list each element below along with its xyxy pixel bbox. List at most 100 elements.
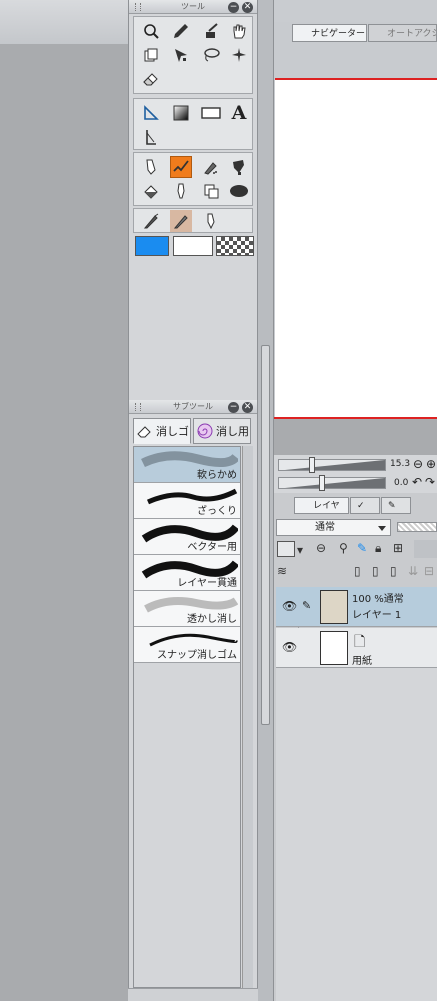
eye-icon[interactable]: 👁︎ bbox=[282, 640, 297, 654]
pen-icon[interactable] bbox=[170, 20, 192, 42]
eraser-icon[interactable] bbox=[140, 68, 162, 90]
tab-label: オートアクシ bbox=[387, 29, 437, 39]
layer-stack-icon[interactable]: ≋ bbox=[277, 564, 287, 578]
tool-group-drawing bbox=[133, 152, 253, 206]
new-raster-layer-icon[interactable]: ▯ bbox=[354, 564, 361, 578]
color-icon[interactable] bbox=[277, 541, 295, 557]
tool-group-figure: A bbox=[133, 98, 253, 150]
rotate-slider[interactable] bbox=[278, 475, 386, 491]
balloon-icon[interactable] bbox=[228, 180, 250, 202]
blend-icon[interactable] bbox=[170, 180, 192, 202]
list-item[interactable]: 軟らかめ bbox=[134, 447, 240, 483]
lasso-icon[interactable] bbox=[200, 44, 222, 66]
subtool-scrollbar[interactable] bbox=[242, 446, 253, 988]
eraser-tool-icon[interactable] bbox=[170, 210, 192, 232]
move-layer-icon[interactable] bbox=[140, 44, 162, 66]
layer-thumbnail bbox=[320, 631, 348, 665]
chevron-down-icon bbox=[378, 526, 386, 531]
chevron-down-icon[interactable]: ▾ bbox=[297, 543, 303, 557]
rotate-left-icon[interactable]: ↶ bbox=[412, 475, 422, 489]
frame-ruler-icon[interactable] bbox=[140, 126, 162, 148]
blend-mode-value: 通常 bbox=[315, 522, 335, 533]
pencil-icon[interactable] bbox=[140, 156, 162, 178]
grip-icon[interactable] bbox=[135, 403, 141, 411]
delete-layer-icon[interactable]: ⊟ bbox=[424, 564, 434, 578]
rotate-right-icon[interactable]: ↷ bbox=[425, 475, 435, 489]
sub-color-swatch[interactable] bbox=[173, 236, 213, 256]
table-row[interactable]: 👁︎ ✎ 100 %通常 レイヤー 1 bbox=[276, 587, 437, 627]
subtool-tab-label: 消しゴ bbox=[156, 425, 189, 438]
hand-icon[interactable] bbox=[228, 20, 250, 42]
list-item[interactable]: レイヤー貫通 bbox=[134, 555, 240, 591]
check-icon: ✓ bbox=[357, 501, 365, 511]
layer-list-empty bbox=[276, 668, 437, 1001]
grip-icon[interactable] bbox=[135, 3, 141, 11]
tab-layer[interactable]: レイヤー bbox=[294, 497, 349, 528]
text-icon[interactable]: A bbox=[228, 102, 250, 124]
fill-bucket-icon[interactable] bbox=[140, 180, 162, 202]
close-icon[interactable]: ✕ bbox=[242, 2, 253, 13]
decoration-icon[interactable] bbox=[140, 210, 162, 232]
fill-pen-icon[interactable] bbox=[228, 156, 250, 178]
gradient-icon[interactable] bbox=[170, 102, 192, 124]
rectangle-icon[interactable] bbox=[200, 102, 222, 124]
tool-panel-titlebar[interactable]: ツール − ✕ bbox=[129, 0, 257, 14]
mask-icon[interactable] bbox=[414, 540, 437, 558]
blend-mode-select[interactable]: 通常 bbox=[276, 519, 391, 536]
draft-icon[interactable]: ✎ bbox=[357, 541, 367, 555]
new-vector-layer-icon[interactable]: ▯ bbox=[372, 564, 379, 578]
table-row[interactable]: 👁︎ 🗋︎ 用紙 bbox=[276, 628, 437, 668]
ruler-icon[interactable] bbox=[140, 102, 162, 124]
tool-panel: ツール − ✕ A bbox=[128, 0, 258, 400]
list-item[interactable]: ベクター用 bbox=[134, 519, 240, 555]
brush-label: ざっくり bbox=[197, 506, 237, 517]
pen-icon: ✎ bbox=[302, 599, 312, 612]
tab-layer-search[interactable]: ✎ bbox=[381, 497, 411, 514]
eyedropper-icon[interactable] bbox=[200, 20, 222, 42]
brush-label: 軟らかめ bbox=[197, 470, 237, 481]
subtool-list: 軟らかめ ざっくり ベクター用 レイヤー貫通 透かし消し スナップ消しゴム bbox=[133, 446, 241, 988]
sub-tool-title: サブツール bbox=[173, 402, 213, 411]
subtool-tab-label: 消し用 bbox=[216, 425, 249, 438]
sub-tool-titlebar[interactable]: サブツール − ✕ bbox=[129, 400, 257, 414]
airbrush-icon[interactable] bbox=[200, 156, 222, 178]
subtool-tab-eraser[interactable]: 消しゴ bbox=[133, 418, 191, 444]
main-color-swatch[interactable] bbox=[135, 236, 169, 256]
correct-line-icon[interactable] bbox=[200, 180, 222, 202]
eye-icon[interactable]: 👁︎ bbox=[282, 599, 297, 613]
tab-auto-action[interactable]: オートアクシ bbox=[368, 24, 437, 42]
zoom-icon[interactable]: ⊖ bbox=[413, 457, 423, 471]
transparent-color-swatch[interactable] bbox=[216, 236, 254, 256]
auto-select-icon[interactable] bbox=[228, 44, 250, 66]
layer-name: 用紙 bbox=[352, 656, 372, 667]
merge-down-icon[interactable]: ⇊ bbox=[408, 564, 418, 578]
new-folder-icon[interactable]: ▯ bbox=[390, 564, 397, 578]
lock-transparent-icon[interactable]: ⊞ bbox=[393, 541, 403, 555]
magnifier-icon[interactable] bbox=[140, 20, 162, 42]
brush-active-icon[interactable] bbox=[170, 156, 192, 178]
pen-search-icon: ✎ bbox=[388, 501, 396, 511]
minimize-icon[interactable]: − bbox=[228, 402, 239, 413]
lock-icon[interactable]: 🔒︎ bbox=[375, 541, 381, 556]
tab-layer-property[interactable]: ✓ bbox=[350, 497, 380, 514]
blend-pen-icon[interactable] bbox=[200, 210, 222, 232]
subtool-footer bbox=[128, 988, 258, 1001]
list-item[interactable]: 透かし消し bbox=[134, 591, 240, 627]
scrollbar-thumb[interactable] bbox=[261, 345, 270, 725]
zoom-slider[interactable] bbox=[278, 457, 386, 473]
reference-icon[interactable]: ⚲ bbox=[339, 541, 348, 555]
subtool-tab-other[interactable]: 消し用 bbox=[193, 418, 251, 444]
tab-label: ナビゲーター bbox=[311, 29, 366, 39]
close-icon[interactable]: ✕ bbox=[242, 402, 253, 413]
tab-navigator[interactable]: ナビゲーター bbox=[292, 24, 367, 42]
navigator-canvas-preview[interactable] bbox=[275, 78, 437, 417]
opacity-slider[interactable] bbox=[397, 522, 437, 532]
brush-label: 透かし消し bbox=[187, 614, 237, 625]
object-select-icon[interactable] bbox=[170, 44, 192, 66]
clip-icon[interactable]: ⊖ bbox=[316, 541, 326, 555]
list-item[interactable]: スナップ消しゴム bbox=[134, 627, 240, 663]
list-item[interactable]: ざっくり bbox=[134, 483, 240, 519]
panel-scrollbar[interactable] bbox=[258, 0, 274, 1001]
minimize-icon[interactable]: − bbox=[228, 2, 239, 13]
zoom-in-icon[interactable]: ⊕ bbox=[426, 457, 436, 471]
